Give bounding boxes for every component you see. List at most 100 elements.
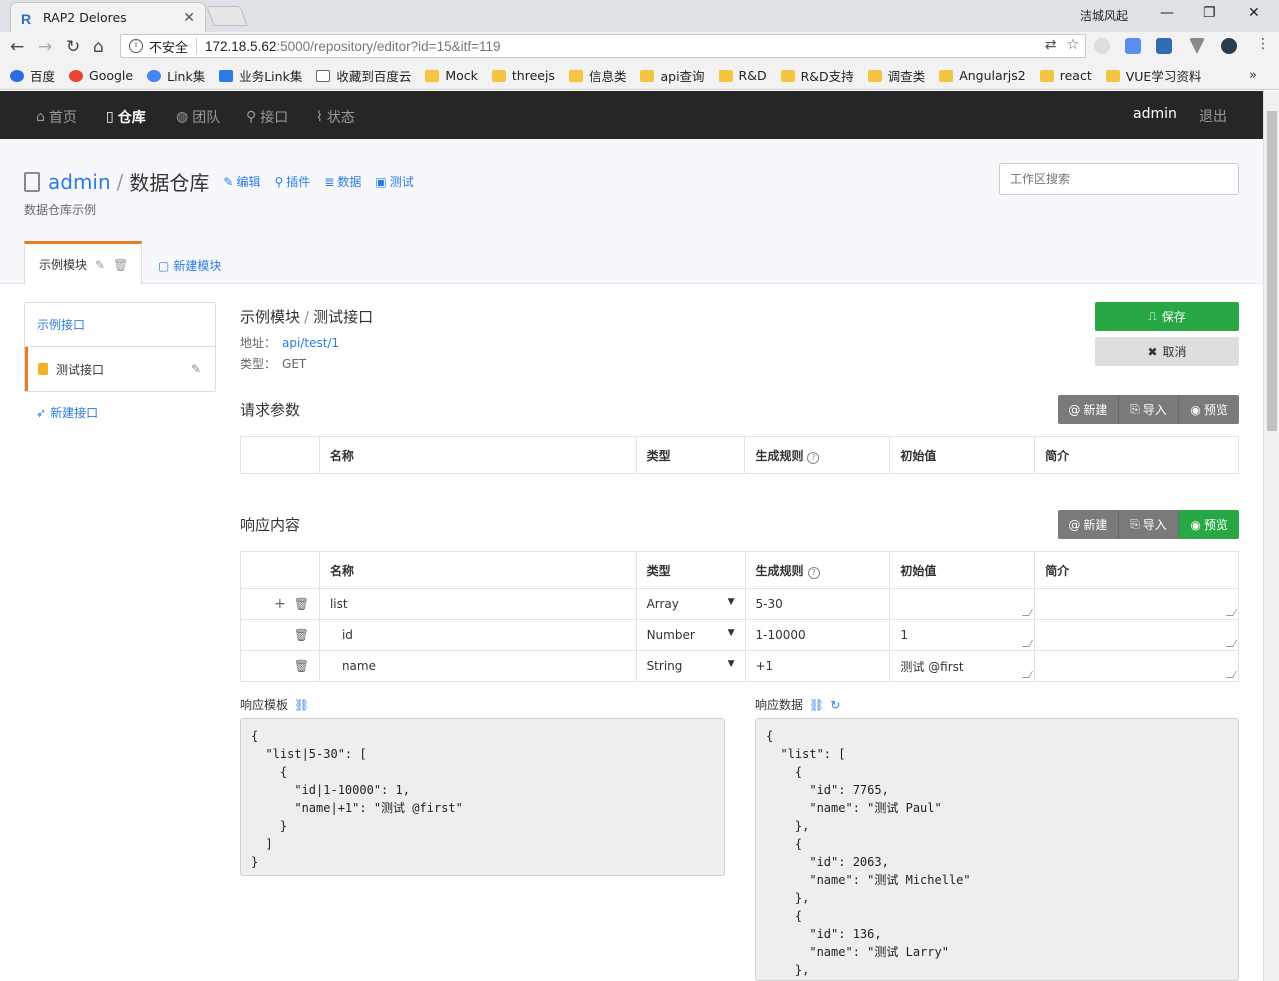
row-desc-input[interactable] [1034,650,1239,682]
help-icon[interactable]: ? [807,451,820,464]
bookmark-folder[interactable]: Angularjs2 [939,68,1026,83]
trash-icon[interactable]: 🗑 [294,628,309,642]
test-link[interactable]: ▣ 测试 [375,173,413,190]
nav-repository[interactable]: ▯ 仓库 [106,107,146,127]
info-icon[interactable]: i [129,39,143,53]
new-tab-button[interactable] [206,6,248,26]
save-button[interactable]: ⎍ 保存 [1095,302,1239,331]
star-icon[interactable]: ☆ [1066,37,1079,53]
row-desc-input[interactable] [1034,588,1239,620]
close-icon[interactable]: ✕ [183,10,195,26]
sidebar-item-test-interface[interactable]: 测试接口 ✎ [25,347,215,391]
help-icon[interactable]: ? [807,566,820,579]
bookmark-folder[interactable]: threejs [491,68,555,83]
row-name-input[interactable]: name [318,650,637,682]
sidebar-item-example-interface[interactable]: 示例接口 [25,303,215,347]
row-type-select[interactable]: String ▼ [635,650,746,682]
data-link[interactable]: ≣ 数据 [324,173,361,190]
tab-module-example[interactable]: 示例模块 ✎ 🗑 [24,241,142,285]
tab-title: RAP2 Delores [43,10,127,25]
extension-translate-icon[interactable] [1125,38,1141,54]
bookmark-item[interactable]: 业务Link集 [219,66,302,85]
repo-owner-link[interactable]: admin [48,170,111,194]
new-interface-link[interactable]: ➶ 新建接口 [36,404,98,421]
bookmark-folder[interactable]: 信息类 [568,66,626,85]
row-name-input[interactable]: list [318,588,637,620]
bookmark-item[interactable]: Link集 [147,66,205,85]
trash-icon[interactable]: 🗑 [113,258,128,272]
response-import-button[interactable]: ⎘ 导入 [1118,510,1180,539]
eye-icon: ◉ [1190,517,1201,532]
bookmark-folder[interactable]: R&D [718,68,767,83]
forward-icon[interactable]: → [38,37,52,57]
bookmark-item[interactable]: Google [69,68,133,83]
row-value-input[interactable] [889,588,1036,620]
page-scrollbar[interactable] [1263,91,1279,981]
row-value-input[interactable]: 测试 @first [889,650,1036,682]
browser-tab[interactable]: R RAP2 Delores ✕ [10,2,206,32]
menu-icon[interactable]: ⋮ [1256,36,1270,52]
trash-icon[interactable]: 🗑 [294,659,309,673]
extension-icon[interactable] [1094,38,1110,54]
folder-icon [568,69,583,82]
workspace-search-input[interactable] [999,163,1239,195]
refresh-icon[interactable]: ↻ [830,698,840,712]
back-icon[interactable]: ← [10,37,24,57]
plus-icon[interactable]: + [274,596,286,612]
response-new-button[interactable]: @ 新建 [1058,510,1119,539]
bookmark-folder[interactable]: api查询 [640,66,705,85]
row-rule-input[interactable]: 5-30 [744,588,891,620]
link-icon[interactable]: ⛓ [294,698,309,712]
row-value-input[interactable]: 1 [889,619,1036,651]
pencil-icon[interactable]: ✎ [95,258,105,272]
new-module-link[interactable]: ▢ 新建模块 [158,257,221,274]
request-new-button[interactable]: @ 新建 [1058,395,1119,424]
row-type-select[interactable]: Number ▼ [635,619,746,651]
bookmark-item[interactable]: 收藏到百度云 [316,66,411,85]
row-name-input[interactable]: id [318,619,637,651]
edit-repo-link[interactable]: ✎ 编辑 [223,173,260,190]
react-devtools-icon[interactable] [1221,38,1237,54]
col-value: 初始值 [889,436,1036,474]
plugins-link[interactable]: ⚲ 插件 [275,173,311,190]
scrollbar-thumb[interactable] [1267,111,1277,431]
nav-interface[interactable]: ⚲ 接口 [246,107,288,127]
current-user[interactable]: admin [1133,106,1177,122]
request-preview-button[interactable]: ◉ 预览 [1179,395,1239,424]
bookmark-folder[interactable]: R&D支持 [780,66,854,85]
database-icon: ≣ [324,174,335,189]
reload-icon[interactable]: ↻ [66,37,80,57]
nav-home[interactable]: ⌂ 首页 [36,107,77,127]
response-template-code: { "list|5-30": [ { "id|1-10000": 1, "nam… [240,718,725,876]
translate-icon[interactable]: ⇄ [1045,37,1057,53]
bookmark-folder[interactable]: VUE学习资料 [1105,66,1201,85]
trash-icon[interactable]: 🗑 [294,597,309,611]
row-type-select[interactable]: Array ▼ [635,588,746,620]
cancel-button[interactable]: ✖ 取消 [1095,337,1239,366]
book-icon: ▯ [106,109,114,125]
response-preview-button[interactable]: ◉ 预览 [1179,510,1239,539]
link-icon[interactable]: ⛓ [809,698,824,712]
response-table: 名称 类型 生成规则? 初始值 简介 + 🗑 list Array ▼ 5-30 🗑… [240,551,1239,682]
bookmark-item[interactable]: 百度 [10,66,55,85]
divider [196,38,198,54]
rocket-icon: ➶ [36,405,47,420]
home-icon[interactable]: ⌂ [93,37,104,57]
nav-team[interactable]: ◍ 团队 [176,107,220,127]
bookmark-folder[interactable]: 调查类 [867,66,925,85]
row-rule-input[interactable]: +1 [744,650,891,682]
bookmark-folder[interactable]: react [1039,68,1092,83]
row-rule-input[interactable]: 1-10000 [744,619,891,651]
window-close-icon[interactable]: ✕ [1248,5,1260,21]
bookmark-folder[interactable]: Mock [425,68,478,83]
minimize-icon[interactable]: — [1160,5,1174,21]
nav-status[interactable]: ⌇ 状态 [316,107,355,127]
request-import-button[interactable]: ⎘ 导入 [1118,395,1180,424]
row-desc-input[interactable] [1034,619,1239,651]
pencil-icon[interactable]: ✎ [191,362,201,376]
maximize-icon[interactable]: ❐ [1203,5,1216,21]
bookmarks-more-icon[interactable]: » [1249,68,1257,83]
logout-link[interactable]: 退出 [1199,106,1227,126]
address-bar[interactable]: i 不安全 172.18.5.62 :5000/repository/edito… [120,34,1086,58]
extension-s-icon[interactable] [1156,38,1172,54]
